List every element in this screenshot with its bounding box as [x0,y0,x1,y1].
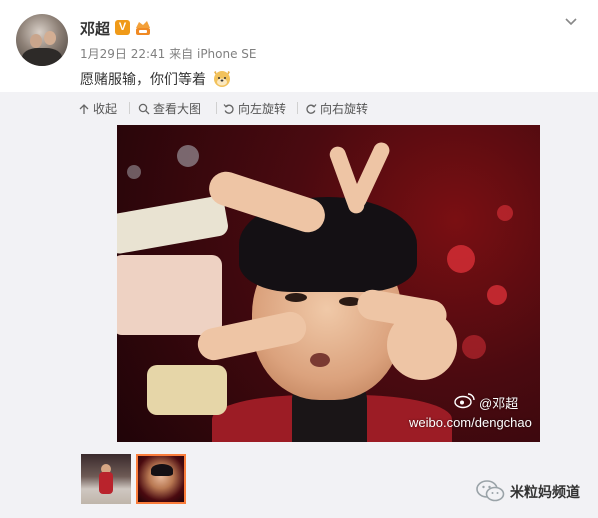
rotate-left-icon [223,104,234,114]
source-prefix: 来自 [169,47,194,61]
post-header: 邓超 V 1月29日 22:41 来自 iPhone SE 愿赌服输，你们等着 [0,0,598,92]
post-text-content: 愿赌服输，你们等着 [80,72,206,88]
weibo-logo-icon [454,393,475,409]
view-large-button[interactable]: 查看大图 [138,100,201,117]
post-photo[interactable]: @邓超 weibo.com/dengchao [117,125,540,442]
collapse-label: 收起 [93,102,118,116]
post-date[interactable]: 1月29日 22:41 [80,47,165,61]
rotate-right-label: 向右旋转 [320,102,369,116]
chevron-down-icon[interactable] [563,14,579,30]
avatar[interactable] [16,14,68,66]
collapse-button[interactable]: 收起 [78,100,117,117]
watermark-handle: @邓超 [479,396,519,411]
post-text: 愿赌服输，你们等着 [80,68,232,89]
rotate-right-icon [306,104,317,114]
verified-badge: V [115,20,130,35]
collapse-icon [79,104,89,114]
wechat-icon [476,480,505,502]
doge-emoji-icon [214,71,231,87]
toolbar-divider [216,102,217,114]
level-badge-icon [136,21,150,35]
toolbar-divider [297,102,298,114]
post-meta: 1月29日 22:41 来自 iPhone SE [80,45,257,62]
search-icon [138,103,150,115]
rotate-left-button[interactable]: 向左旋转 [223,100,286,117]
rotate-right-button[interactable]: 向右旋转 [305,100,368,117]
channel-name: 米粒妈频道 [510,485,580,501]
username[interactable]: 邓超 [80,18,110,39]
thumbnail-1[interactable] [81,454,131,504]
rotate-left-label: 向左旋转 [238,102,287,116]
toolbar-divider [129,102,130,114]
view-large-label: 查看大图 [153,102,202,116]
media-panel: 收起 查看大图 向左旋转 向右旋转 @邓超 weibo.com/dengchao… [0,92,598,518]
post-source: iPhone SE [196,47,257,61]
thumbnail-2-selected[interactable] [136,454,186,504]
watermark-url: weibo.com/dengchao [409,415,532,430]
